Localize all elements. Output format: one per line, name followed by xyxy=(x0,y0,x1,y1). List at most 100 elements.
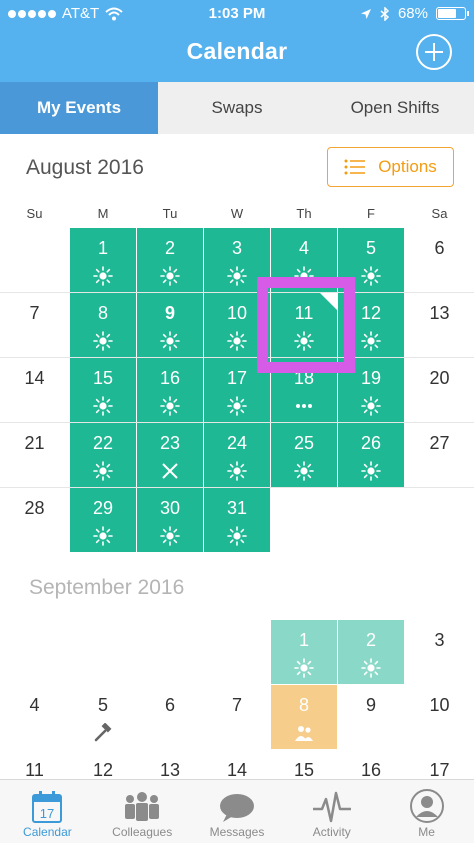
nav-colleagues[interactable]: Colleagues xyxy=(95,780,190,843)
calendar-day-cell[interactable]: 29 xyxy=(70,488,136,552)
calendar-day-cell[interactable]: 19 xyxy=(338,358,404,422)
tab-open-shifts[interactable]: Open Shifts xyxy=(316,82,474,134)
calendar-day-cell[interactable]: 9 xyxy=(137,293,203,357)
nav-calendar[interactable]: 17 Calendar xyxy=(0,780,95,843)
cross-icon xyxy=(162,463,178,479)
calendar-day-cell[interactable]: 1 xyxy=(70,228,136,292)
day-number: 4 xyxy=(29,695,40,715)
day-number: 11 xyxy=(25,760,44,780)
calendar-day-cell[interactable]: 12 xyxy=(338,293,404,357)
calendar-day-cell[interactable]: 25 xyxy=(271,423,337,487)
day-number: 2 xyxy=(365,630,376,650)
colleagues-icon xyxy=(125,792,160,821)
calendar-day-cell[interactable]: 11 xyxy=(271,293,337,357)
calendar-day-cell[interactable]: 28 xyxy=(0,488,69,552)
calendar-day-cell[interactable]: 20 xyxy=(405,358,474,422)
app-header: AT&T 1:03 PM 68% Calendar xyxy=(0,0,474,82)
day-icon-wrap xyxy=(137,331,203,351)
calendar-day-cell[interactable]: 14 xyxy=(0,358,69,422)
calendar-day-cell[interactable]: 23 xyxy=(137,423,203,487)
sun-icon xyxy=(93,461,113,481)
day-number: 9 xyxy=(365,695,376,715)
plus-icon xyxy=(425,43,443,61)
calendar-badge: 17 xyxy=(40,806,54,821)
calendar-day-cell[interactable]: 24 xyxy=(204,423,270,487)
calendar-day-cell[interactable]: 4 xyxy=(0,685,69,749)
day-icon-wrap xyxy=(271,461,337,481)
calendar-day-cell[interactable]: 8 xyxy=(70,293,136,357)
calendar-day-cell[interactable]: 3 xyxy=(405,620,474,684)
tab-my-events[interactable]: My Events xyxy=(0,82,158,134)
day-icon-wrap xyxy=(271,723,337,743)
options-label: Options xyxy=(378,157,437,176)
add-event-button[interactable] xyxy=(416,34,452,70)
sun-icon xyxy=(93,331,113,351)
calendar-day-cell[interactable]: 5 xyxy=(338,228,404,292)
day-icon-wrap xyxy=(338,396,404,416)
messages-icon xyxy=(219,794,254,822)
sun-icon xyxy=(160,526,180,546)
calendar-day-cell[interactable]: 17 xyxy=(204,358,270,422)
calendar-day-cell[interactable]: 6 xyxy=(137,685,203,749)
nav-label: Me xyxy=(418,825,435,839)
battery-icon xyxy=(436,7,469,20)
status-bar: AT&T 1:03 PM 68% xyxy=(0,0,474,28)
tab-bar: My Events Swaps Open Shifts xyxy=(0,82,474,134)
sun-icon xyxy=(227,331,247,351)
calendar-day-cell[interactable]: 7 xyxy=(204,685,270,749)
nav-activity[interactable]: Activity xyxy=(284,780,379,843)
calendar-day-cell[interactable]: 9 xyxy=(338,685,404,749)
day-icon-wrap xyxy=(70,331,136,351)
calendar-day-cell[interactable]: 31 xyxy=(204,488,270,552)
day-number: 30 xyxy=(159,498,181,518)
calendar-day-cell[interactable]: 26 xyxy=(338,423,404,487)
calendar-day-cell[interactable]: 16 xyxy=(137,358,203,422)
calendar-day-cell[interactable]: 3 xyxy=(204,228,270,292)
day-number: 10 xyxy=(226,303,248,323)
calendar-day-cell[interactable]: 21 xyxy=(0,423,69,487)
calendar-day-cell[interactable]: 1 xyxy=(271,620,337,684)
nav-messages[interactable]: Messages xyxy=(190,780,285,843)
calendar-day-cell[interactable]: 10 xyxy=(405,685,474,749)
options-button[interactable]: Options xyxy=(327,147,454,187)
tab-swaps[interactable]: Swaps xyxy=(158,82,316,134)
day-number: 18 xyxy=(293,368,315,388)
day-number: 16 xyxy=(360,760,382,780)
day-number: 14 xyxy=(24,368,45,388)
day-number: 31 xyxy=(226,498,248,518)
calendar-day-cell[interactable]: 18 xyxy=(271,358,337,422)
nav-me[interactable]: Me xyxy=(379,780,474,843)
bluetooth-icon xyxy=(380,6,390,21)
calendar-day-cell[interactable]: 7 xyxy=(0,293,69,357)
weekday-label: F xyxy=(367,206,375,221)
weekday-label: W xyxy=(230,206,244,221)
calendar-day-cell[interactable]: 4 xyxy=(271,228,337,292)
sun-icon xyxy=(227,526,247,546)
calendar-day-cell[interactable]: 2 xyxy=(137,228,203,292)
calendar-day-cell[interactable]: 27 xyxy=(405,423,474,487)
calendar-day-cell[interactable]: 30 xyxy=(137,488,203,552)
calendar-day-cell[interactable]: 10 xyxy=(204,293,270,357)
day-icon-wrap xyxy=(338,658,404,678)
day-number: 1 xyxy=(298,630,309,650)
calendar-day-cell[interactable]: 15 xyxy=(70,358,136,422)
sun-icon xyxy=(227,266,247,286)
battery-label: 68% xyxy=(397,5,428,22)
day-icon-wrap xyxy=(271,658,337,678)
day-number: 26 xyxy=(360,433,382,453)
nav-label: Calendar xyxy=(23,825,72,839)
calendar-day-cell[interactable]: 8 xyxy=(271,685,337,749)
calendar-day-cell[interactable]: 13 xyxy=(405,293,474,357)
calendar-day-cell[interactable]: 2 xyxy=(338,620,404,684)
sun-icon xyxy=(361,331,381,351)
day-number: 7 xyxy=(29,303,40,323)
sun-icon xyxy=(227,396,247,416)
day-number: 3 xyxy=(434,630,445,650)
weekday-label: M xyxy=(97,206,109,221)
day-number: 6 xyxy=(164,695,175,715)
calendar-day-cell[interactable]: 22 xyxy=(70,423,136,487)
sun-icon xyxy=(361,396,381,416)
calendar-day-cell[interactable]: 5 xyxy=(70,685,136,749)
day-number: 10 xyxy=(429,695,450,715)
calendar-day-cell[interactable]: 6 xyxy=(405,228,474,292)
